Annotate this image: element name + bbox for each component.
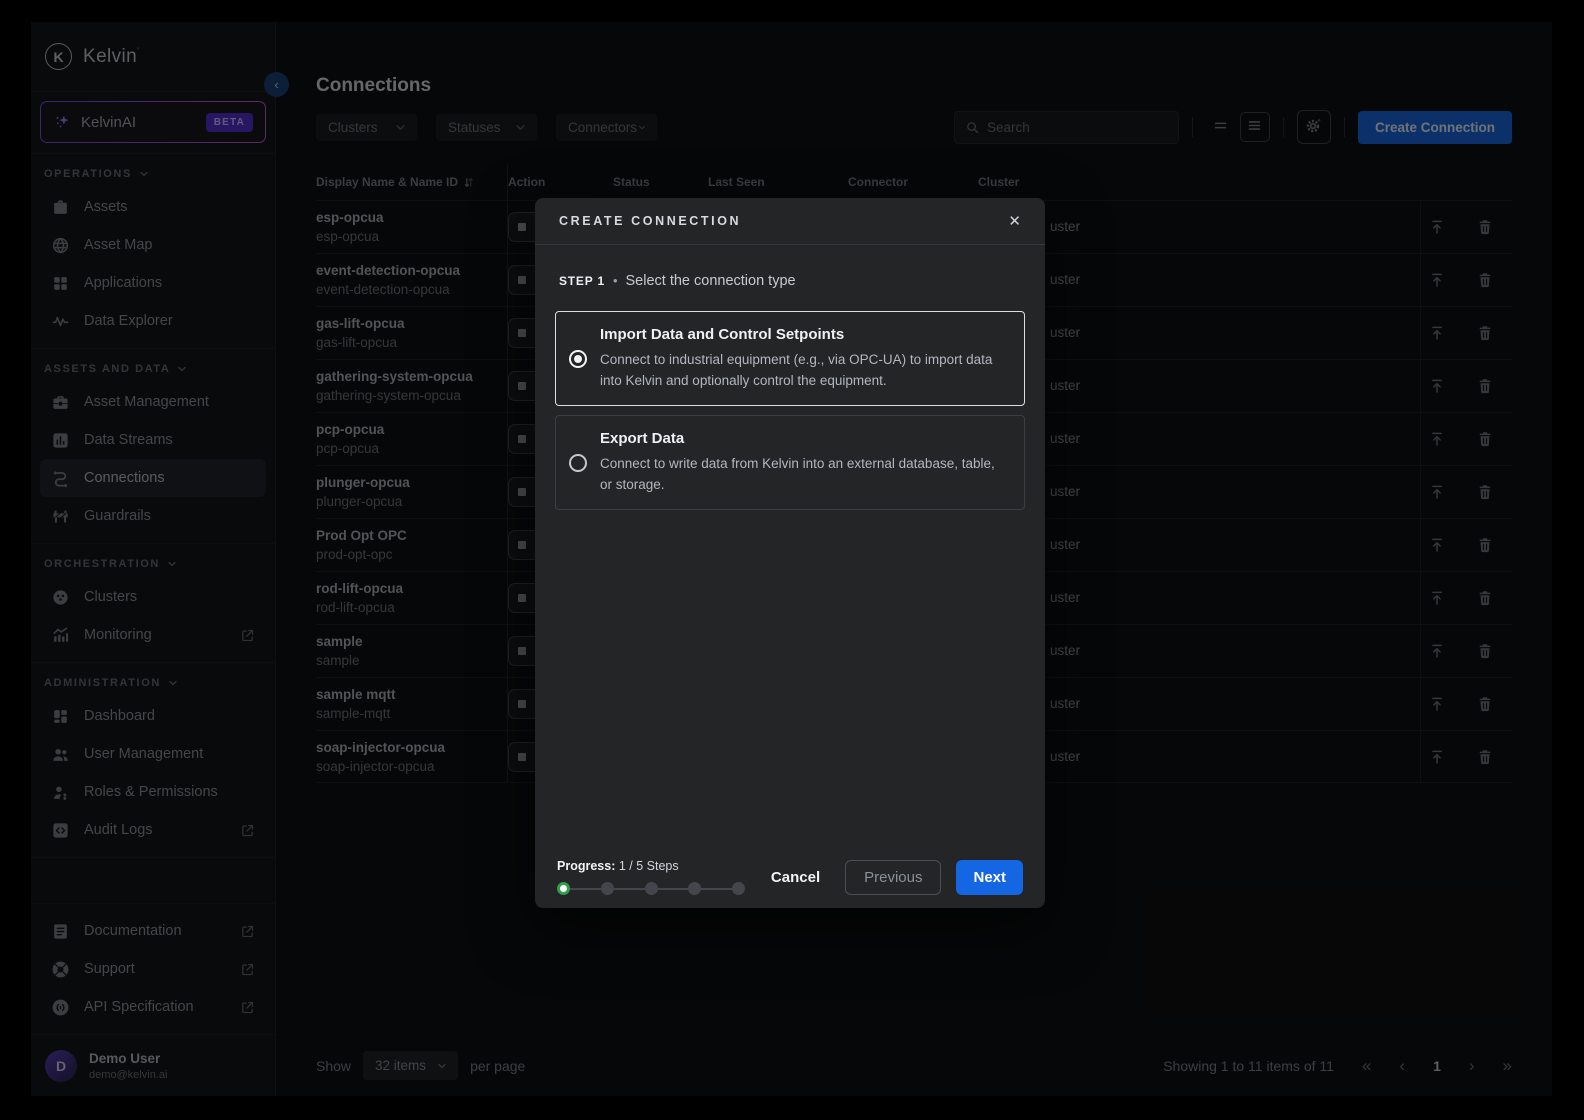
- progress-connector: [614, 888, 645, 890]
- close-button[interactable]: ✕: [1008, 212, 1021, 230]
- progress-step-2: [601, 882, 614, 895]
- option-title: Export Data: [600, 430, 1008, 447]
- option-title: Import Data and Control Setpoints: [600, 326, 1008, 343]
- step-bullet: •: [613, 273, 618, 288]
- step-text: Select the connection type: [626, 273, 796, 289]
- modal-title: CREATE CONNECTION: [559, 214, 741, 228]
- option-description: Connect to industrial equipment (e.g., v…: [600, 349, 1008, 391]
- screen: K Kelvinʹ KelvinAI BETA OPERATIONS Asset…: [0, 0, 1584, 1120]
- progress-step-1: [557, 882, 570, 895]
- progress-connector: [701, 888, 732, 890]
- progress-connector: [658, 888, 689, 890]
- modal-body: STEP 1 • Select the connection type Impo…: [535, 245, 1045, 859]
- cancel-button[interactable]: Cancel: [761, 861, 830, 894]
- progress-block: Progress: 1 / 5 Steps: [557, 859, 745, 895]
- next-button[interactable]: Next: [956, 860, 1023, 895]
- progress-step-5: [732, 882, 745, 895]
- connection-type-option-export-data[interactable]: Export Data Connect to write data from K…: [555, 415, 1025, 510]
- progress-label: Progress: 1 / 5 Steps: [557, 859, 745, 873]
- close-icon: ✕: [1008, 213, 1021, 230]
- progress-step-3: [645, 882, 658, 895]
- modal-footer: Progress: 1 / 5 Steps Cancel Previous Ne…: [535, 859, 1045, 908]
- modal-buttons: Cancel Previous Next: [761, 860, 1023, 895]
- option-description: Connect to write data from Kelvin into a…: [600, 453, 1008, 495]
- create-connection-modal: CREATE CONNECTION ✕ STEP 1 • Select the …: [535, 198, 1045, 908]
- step-label: STEP 1: [559, 274, 605, 288]
- modal-header: CREATE CONNECTION ✕: [535, 198, 1045, 245]
- progress-step-4: [688, 882, 701, 895]
- connection-type-options: Import Data and Control Setpoints Connec…: [555, 311, 1025, 510]
- radio-icon[interactable]: [569, 454, 587, 472]
- connection-type-option-import-data-and-control-setpoints[interactable]: Import Data and Control Setpoints Connec…: [555, 311, 1025, 406]
- previous-button[interactable]: Previous: [845, 860, 941, 895]
- step-indicator: STEP 1 • Select the connection type: [559, 273, 1021, 289]
- progress-steps: [557, 882, 745, 895]
- radio-icon[interactable]: [569, 350, 587, 368]
- progress-connector: [570, 888, 601, 890]
